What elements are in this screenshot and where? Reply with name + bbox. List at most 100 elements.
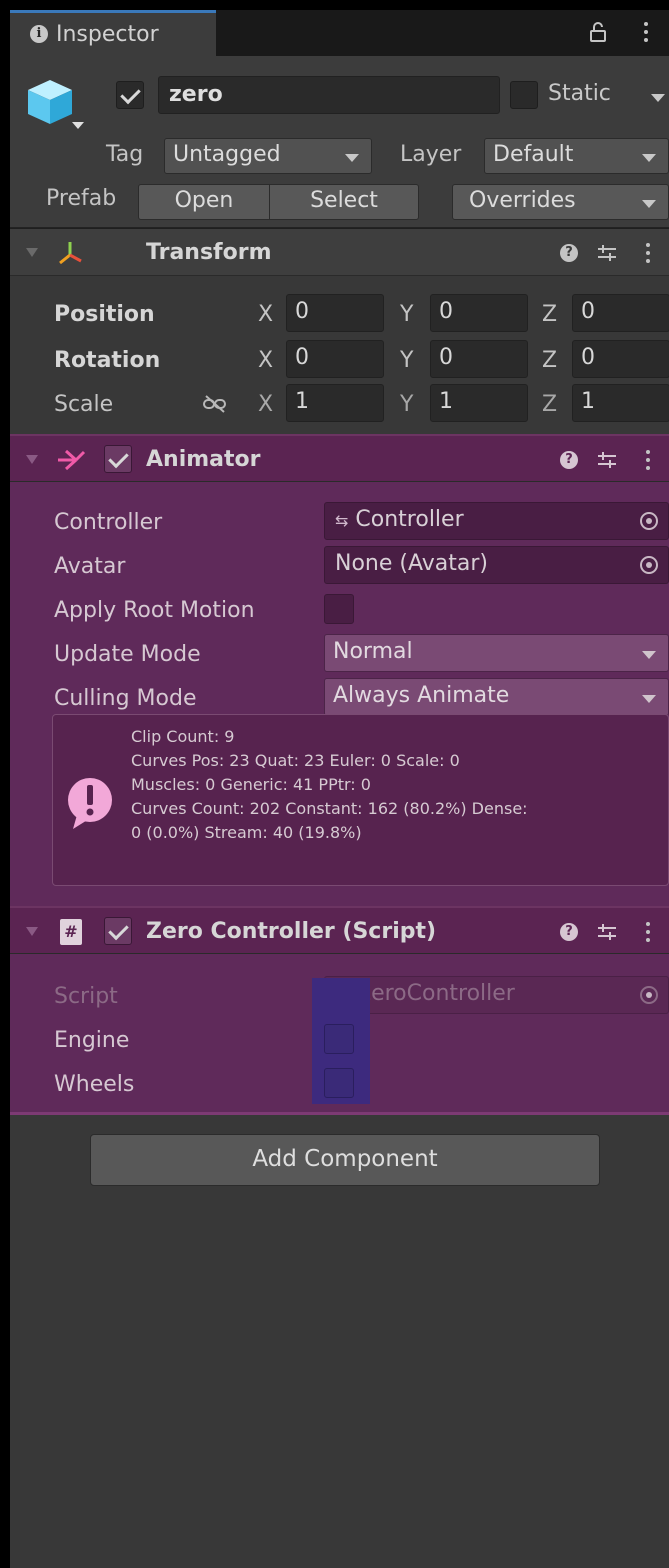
presets-icon[interactable] [596, 450, 618, 470]
script-label: Script [54, 984, 118, 1009]
axis-z-label: Z [542, 392, 558, 417]
constrain-proportions-icon[interactable] [202, 394, 228, 414]
transform-header[interactable]: Transform ? [10, 228, 669, 276]
gameobject-header: zero Static Tag Untagged Layer Default P… [10, 56, 669, 228]
scale-x-field[interactable]: 1 [286, 384, 384, 422]
info-line: Clip Count: 9 [131, 727, 235, 746]
axis-z-label: Z [542, 302, 558, 327]
position-z-field[interactable]: 0 [572, 294, 669, 332]
chevron-down-icon [642, 695, 656, 703]
info-line: Curves Count: 202 Constant: 162 (80.2%) … [131, 799, 528, 818]
culling-mode-dropdown[interactable]: Always Animate [324, 678, 669, 716]
animator-body: Controller ⇆ Controller Avatar None (Ava… [10, 482, 669, 906]
position-y-field[interactable]: 0 [430, 294, 528, 332]
controller-field[interactable]: ⇆ Controller [324, 502, 669, 540]
script-component-body: Script # ZeroController Engine Wheels [10, 954, 669, 1112]
tag-dropdown[interactable]: Untagged [164, 138, 372, 174]
presets-icon[interactable] [596, 922, 618, 942]
scale-y-field[interactable]: 1 [430, 384, 528, 422]
script-value: ZeroController [356, 981, 515, 1006]
component-divider [10, 1112, 669, 1115]
animator-title: Animator [146, 447, 261, 472]
animator-header[interactable]: Animator ? [10, 434, 669, 482]
position-x-field[interactable]: 0 [286, 294, 384, 332]
kebab-menu-icon[interactable] [646, 243, 650, 263]
chevron-down-icon [642, 154, 656, 162]
rotation-z-field[interactable]: 0 [572, 340, 669, 378]
avatar-field[interactable]: None (Avatar) [324, 546, 669, 584]
tab-inspector[interactable]: i Inspector [10, 10, 216, 56]
position-label: Position [54, 302, 155, 327]
info-line: Curves Pos: 23 Quat: 23 Euler: 0 Scale: … [131, 751, 460, 770]
culling-mode-label: Culling Mode [54, 686, 197, 711]
kebab-menu-icon[interactable] [644, 22, 648, 42]
help-icon[interactable]: ? [560, 923, 578, 941]
apply-root-motion-checkbox[interactable] [324, 594, 354, 624]
presets-icon[interactable] [596, 243, 618, 263]
help-icon[interactable]: ? [560, 451, 578, 469]
lock-icon[interactable] [590, 22, 606, 42]
transform-body: Position X 0 Y 0 Z 0 Rotation X 0 Y 0 Z … [10, 276, 669, 434]
prefab-select-button[interactable]: Select [269, 184, 419, 220]
engine-checkbox[interactable] [324, 1024, 354, 1054]
foldout-arrow-icon[interactable] [26, 455, 38, 464]
prefab-label: Prefab [46, 186, 117, 211]
rotation-y-field[interactable]: 0 [430, 340, 528, 378]
object-name-field[interactable]: zero [158, 76, 500, 114]
script-component-title: Zero Controller (Script) [146, 919, 437, 944]
tab-label: Inspector [56, 22, 159, 47]
culling-mode-value: Always Animate [333, 683, 510, 708]
gameobject-cube-icon[interactable] [24, 76, 76, 128]
chevron-down-icon [642, 651, 656, 659]
static-checkbox[interactable] [510, 81, 538, 109]
kebab-menu-icon[interactable] [646, 922, 650, 942]
update-mode-value: Normal [333, 639, 413, 664]
axis-x-label: X [258, 302, 274, 327]
axis-z-label: Z [542, 348, 558, 373]
axis-y-label: Y [400, 348, 414, 373]
prefab-overrides-dropdown[interactable]: Overrides [452, 184, 669, 220]
avatar-label: Avatar [54, 554, 126, 579]
transform-axes-icon [59, 242, 82, 265]
info-speech-bubble-icon [68, 778, 112, 829]
animator-enabled-checkbox[interactable] [104, 445, 132, 473]
info-line: Muscles: 0 Generic: 41 PPtr: 0 [131, 775, 371, 794]
object-picker-icon [640, 986, 658, 1004]
layer-value: Default [493, 142, 574, 167]
animator-icon [58, 449, 86, 471]
info-line: 0 (0.0%) Stream: 40 (19.8%) [131, 823, 362, 842]
chevron-down-icon [642, 200, 656, 208]
help-icon[interactable]: ? [560, 244, 578, 262]
add-component-button[interactable]: Add Component [90, 1134, 600, 1186]
script-enabled-checkbox[interactable] [104, 917, 132, 945]
scale-z-field[interactable]: 1 [572, 384, 669, 422]
kebab-menu-icon[interactable] [646, 450, 650, 470]
chevron-down-icon [345, 154, 359, 162]
script-reference-field: # ZeroController [324, 976, 669, 1014]
update-mode-dropdown[interactable]: Normal [324, 634, 669, 672]
object-picker-icon[interactable] [640, 556, 658, 574]
axis-x-label: X [258, 348, 274, 373]
rotation-x-field[interactable]: 0 [286, 340, 384, 378]
info-icon: i [30, 25, 48, 43]
foldout-arrow-icon[interactable] [26, 927, 38, 936]
animator-info-box: Clip Count: 9 Curves Pos: 23 Quat: 23 Eu… [52, 714, 669, 886]
tag-label: Tag [106, 142, 144, 167]
transform-title: Transform [146, 240, 272, 265]
inspector-panel: i Inspector zero Static Tag Untagged Lay… [10, 10, 669, 1568]
update-mode-label: Update Mode [54, 642, 201, 667]
engine-label: Engine [54, 1028, 130, 1053]
foldout-arrow-icon[interactable] [26, 248, 38, 257]
static-dropdown-caret-icon[interactable] [651, 94, 665, 102]
layer-dropdown[interactable]: Default [484, 138, 669, 174]
object-picker-icon[interactable] [640, 512, 658, 530]
prefab-open-button[interactable]: Open [138, 184, 270, 220]
rotation-label: Rotation [54, 348, 161, 373]
icon-dropdown-caret-icon[interactable] [72, 122, 84, 129]
wheels-label: Wheels [54, 1072, 135, 1097]
axis-y-label: Y [400, 392, 414, 417]
wheels-checkbox[interactable] [324, 1068, 354, 1098]
script-component-header[interactable]: # Zero Controller (Script) ? [10, 906, 669, 954]
static-label: Static [548, 81, 611, 106]
active-checkbox[interactable] [116, 81, 144, 109]
